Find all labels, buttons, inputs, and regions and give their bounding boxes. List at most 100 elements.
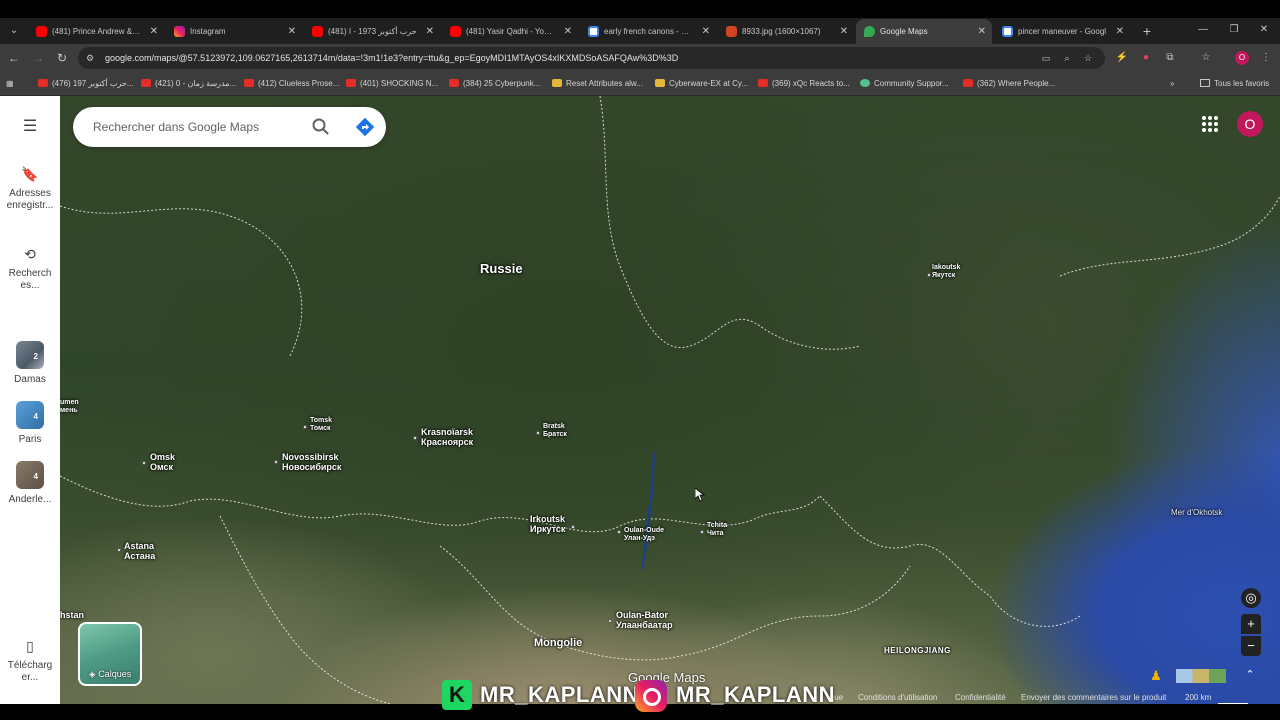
close-tab-icon[interactable]: ✕ [978,19,986,44]
bookmark-item[interactable]: (362) Where People... [963,76,1061,92]
bookmark-label: (369) xQc Reacts to... [772,79,850,88]
label-tomsk[interactable]: Tomsk Томск [310,417,332,433]
layers-icon: ◈ [88,669,99,679]
city-name: umen [60,399,79,406]
privacy-link[interactable]: Confidentialité [955,693,1006,702]
google-apps-icon[interactable] [1200,114,1220,134]
bookmark-item[interactable]: Community Suppor... [860,76,958,92]
recent-place-damas[interactable]: 2 Damas [0,341,60,386]
extension-icon[interactable]: ⚡ [1112,48,1132,68]
layer-thumbnails[interactable] [1176,669,1226,683]
expand-chevron-icon[interactable]: ⌃ [1241,666,1259,684]
close-window-icon[interactable]: ✕ [1249,18,1279,42]
zoom-icon[interactable]: ⌕ [1059,50,1075,66]
tab-7[interactable]: pincer maneuver - Googl ✕ [994,19,1130,44]
youtube-icon [36,26,47,37]
star-icon[interactable]: ☆ [1080,50,1096,66]
recent-place-anderlecht[interactable]: 4 Anderle... [0,461,60,506]
label-tchita[interactable]: Tchita Чита [707,522,727,538]
minimize-icon[interactable]: — [1188,18,1218,42]
bookmark-item[interactable]: (421) مدرسة زمان - 0... [141,76,239,92]
tab-2[interactable]: (481) حرب أكتوبر 1973 - ا ✕ [304,19,440,44]
url-text[interactable]: google.com/maps/@57.5123972,109.0627165,… [105,47,678,69]
close-tab-icon[interactable]: ✕ [150,19,158,44]
bookmark-item[interactable]: Cyberware-EX at Cy... [655,76,753,92]
apps-grid-icon[interactable]: ▦ [6,76,14,92]
layers-button[interactable]: ◈ Calques [78,622,142,686]
kick-logo-icon: K [442,680,472,710]
back-icon[interactable]: ← [4,48,24,68]
bookmark-item[interactable]: (412) Clueless Prose... [244,76,342,92]
all-bookmarks[interactable]: Tous les favoris [1200,76,1269,92]
satellite-map[interactable]: Russie Mongolie Mer d'Okhotsk HEILONGJIA… [60,96,1280,704]
close-tab-icon[interactable]: ✕ [702,19,710,44]
label-omsk[interactable]: Omsk Омск [150,452,175,473]
more-bookmarks-icon[interactable]: » [1170,76,1174,92]
address-bar[interactable]: ⚙ google.com/maps/@57.5123972,109.062716… [78,47,1105,69]
account-avatar[interactable]: O [1237,111,1263,137]
reload-icon[interactable]: ↻ [52,48,72,68]
tab-1[interactable]: Instagram ✕ [166,19,302,44]
place-thumbnail: 4 [16,461,44,489]
instagram-logo-icon [635,680,667,712]
forward-icon[interactable]: → [28,48,48,68]
profile-avatar[interactable]: O [1232,48,1252,68]
restore-icon[interactable]: ❐ [1219,18,1249,42]
label-bratsk[interactable]: Bratsk Братск [543,423,567,439]
tab-3[interactable]: (481) Yasir Qadhi - YouTub ✕ [442,19,578,44]
label-tioumen[interactable]: umen мень [60,399,79,415]
tab-0[interactable]: (481) Prince Andrew & the ✕ [28,19,164,44]
scale-label[interactable]: 200 km [1185,693,1211,702]
close-tab-icon[interactable]: ✕ [840,19,848,44]
menu-dots-icon[interactable]: ⋮ [1256,48,1276,68]
label-novosibirsk[interactable]: Novossibirsk Новосибирск [282,452,341,473]
folder-icon [1200,79,1210,87]
tab-6[interactable]: Google Maps ✕ [856,19,992,44]
zoom-out-button[interactable]: − [1241,636,1261,656]
close-tab-icon[interactable]: ✕ [1116,19,1124,44]
bookmark-item[interactable]: (476) حرب أكتوبر 197... [38,76,136,92]
recent-searches-button[interactable]: ⟲ Recherch es... [0,244,60,292]
label-oulan-bator[interactable]: Oulan-Bator Улаанбаатар [616,610,673,631]
tab-title: early french canons - Goo [604,27,694,36]
place-label: Damas [14,374,46,385]
extensions-puzzle-icon[interactable]: ⧉ [1160,48,1180,68]
bookmark-item[interactable]: (384) 25 Cyberpunk... [449,76,547,92]
favorites-icon[interactable]: ☆ [1196,48,1216,68]
terms-link[interactable]: Conditions d'utilisation [858,693,937,702]
city-name-cyrillic: Красноярск [421,437,474,448]
bookmark-item[interactable]: (401) SHOCKING N... [346,76,444,92]
bookmark-item[interactable]: Reset Attributes alw... [552,76,650,92]
site-info-icon[interactable]: ⚙ [86,52,98,64]
zoom-in-button[interactable]: + [1241,614,1261,634]
search-input[interactable]: Rechercher dans Google Maps [93,107,259,147]
close-tab-icon[interactable]: ✕ [564,19,572,44]
label-iakoutsk[interactable]: Iakoutsk Якутск [932,264,960,280]
bookmark-label: (401) SHOCKING N... [360,79,439,88]
download-app-button[interactable]: ▯ Télécharg er... [0,636,60,684]
install-app-icon[interactable]: ▭ [1038,50,1054,66]
directions-icon[interactable] [355,117,375,137]
extension-icon[interactable]: ● [1136,48,1156,68]
label-krasnoiarsk[interactable]: Krasnoïarsk Красноярск [421,427,473,448]
saved-places-button[interactable]: 🔖 Adresses enregistr... [0,164,60,212]
tab-search-icon[interactable]: ⌄ [4,21,24,41]
close-tab-icon[interactable]: ✕ [426,19,434,44]
search-icon[interactable] [311,117,331,137]
close-tab-icon[interactable]: ✕ [288,19,296,44]
city-name-cyrillic: Улан-Удэ [624,535,656,543]
menu-button[interactable]: ☰ [0,117,60,141]
feedback-link[interactable]: Envoyer des commentaires sur le produit [1021,693,1166,702]
new-tab-icon[interactable]: + [1137,21,1157,41]
my-location-icon[interactable]: ◎ [1241,588,1261,608]
tab-4[interactable]: early french canons - Goo ✕ [580,19,716,44]
label-astana[interactable]: Astana Астана [124,541,155,562]
label-irkoutsk[interactable]: Irkoutsk Иркутск [530,514,565,535]
search-box[interactable]: Rechercher dans Google Maps [73,107,386,147]
city-name: Oulan-Bator [616,610,669,620]
label-oulan-oude[interactable]: Oulan-Oude Улан-Удэ [624,527,664,543]
pegman-icon[interactable]: ♟ [1147,667,1165,685]
tab-5[interactable]: 8933.jpg (1600×1067) ✕ [718,19,854,44]
recent-place-paris[interactable]: 4 Paris [0,401,60,446]
bookmark-item[interactable]: (369) xQc Reacts to... [758,76,856,92]
